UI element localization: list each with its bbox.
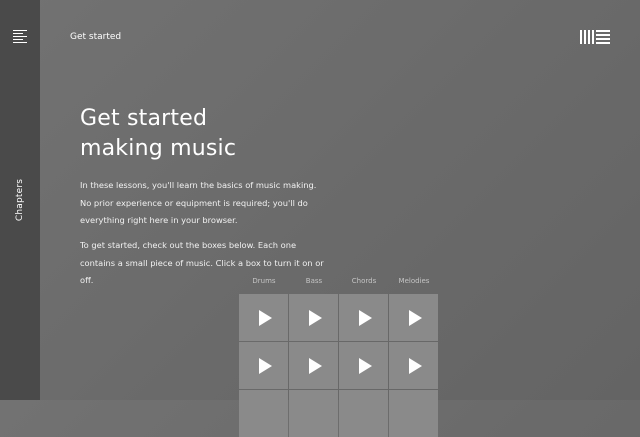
bass-cell-2[interactable] xyxy=(289,342,338,389)
play-icon xyxy=(258,357,272,374)
logo-icon[interactable] xyxy=(580,30,610,44)
play-icon xyxy=(408,357,422,374)
column-header-chords: Chords xyxy=(351,277,377,285)
hero-heading: Get started making music xyxy=(80,104,236,164)
sidebar: Chapters xyxy=(0,0,40,400)
intro-paragraph-1: In these lessons, you'll learn the basic… xyxy=(80,180,317,225)
column-header-bass: Bass xyxy=(305,277,323,285)
chords-cell-3[interactable] xyxy=(339,390,388,437)
melodies-cell-1[interactable] xyxy=(389,294,438,341)
drums-cell-2[interactable] xyxy=(239,342,288,389)
chords-cell-1[interactable] xyxy=(339,294,388,341)
drums-cell-1[interactable] xyxy=(239,294,288,341)
melodies-cell-3[interactable] xyxy=(389,390,438,437)
bass-cell-3[interactable] xyxy=(289,390,338,437)
column-header-melodies: Melodies xyxy=(398,277,430,285)
melodies-cell-2[interactable] xyxy=(389,342,438,389)
play-icon xyxy=(308,309,322,326)
page-title: Get started xyxy=(70,32,122,42)
hero-title-line2: making music xyxy=(80,136,237,161)
bass-cell-1[interactable] xyxy=(289,294,338,341)
play-icon xyxy=(258,309,272,326)
menu-icon[interactable] xyxy=(13,30,27,43)
chords-cell-2[interactable] xyxy=(339,342,388,389)
play-icon xyxy=(308,357,322,374)
play-icon xyxy=(358,309,372,326)
chapters-button[interactable]: Chapters xyxy=(15,179,25,221)
drums-cell-3[interactable] xyxy=(239,390,288,437)
grid-column-headers: Drums Bass Chords Melodies xyxy=(239,272,439,294)
hero-title-line1: Get started xyxy=(80,106,208,131)
play-icon xyxy=(408,309,422,326)
column-header-drums: Drums xyxy=(252,277,276,285)
play-icon xyxy=(358,357,372,374)
grid-cells xyxy=(239,294,439,437)
music-grid: Drums Bass Chords Melodies xyxy=(239,272,439,437)
